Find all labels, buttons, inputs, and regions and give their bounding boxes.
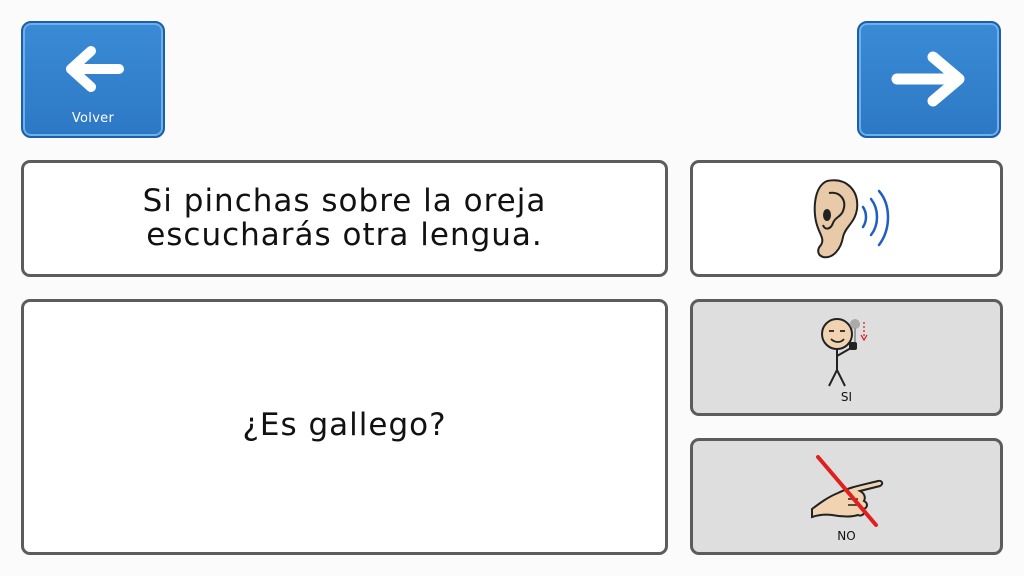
question-text: ¿Es gallego? <box>242 407 447 443</box>
back-button[interactable]: Volver <box>21 21 165 138</box>
communication-board: Volver Si pinchas sobre la oreja escucha… <box>0 0 1024 576</box>
no-gesture-icon <box>810 455 883 527</box>
message-card: Si pinchas sobre la oreja escucharás otr… <box>21 160 668 277</box>
ear-sound-icon <box>813 179 889 259</box>
yes-button[interactable]: SI <box>690 299 1003 416</box>
arrow-right-icon <box>891 51 965 107</box>
ear-listen-button[interactable] <box>690 160 1003 277</box>
no-button[interactable]: NO <box>690 438 1003 555</box>
yes-label: SI <box>840 390 853 404</box>
message-line-1: Si pinchas sobre la oreja <box>142 183 547 219</box>
back-button-label: Volver <box>71 111 115 126</box>
message-line-2: escucharás otra lengua. <box>146 217 543 253</box>
next-button[interactable] <box>857 21 1001 138</box>
yes-gesture-icon <box>820 318 868 387</box>
arrow-left-icon <box>66 46 124 92</box>
no-label: NO <box>837 529 856 543</box>
question-card: ¿Es gallego? <box>21 299 668 555</box>
